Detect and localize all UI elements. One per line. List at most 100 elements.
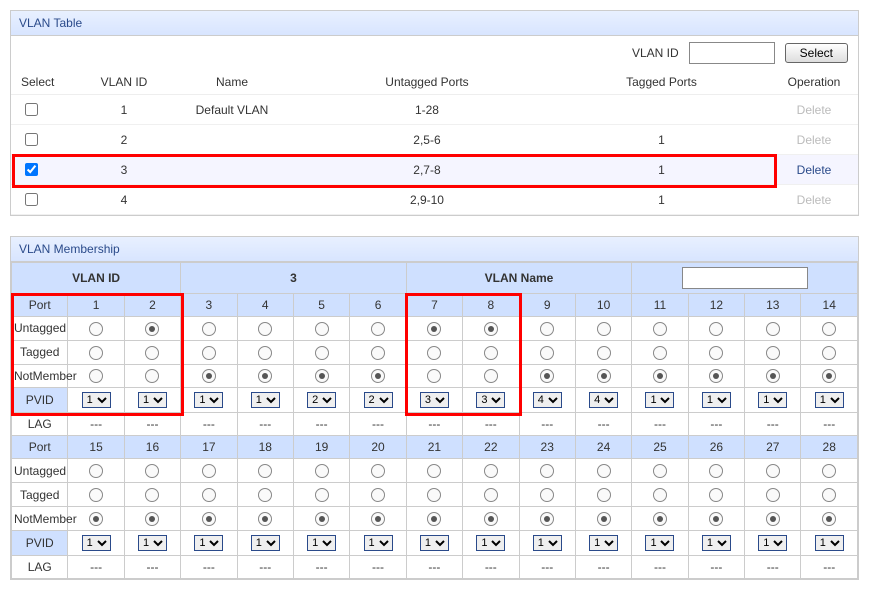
pvid-select[interactable]: 1 [645, 535, 674, 551]
pvid-select[interactable]: 1 [533, 535, 562, 551]
pvid-select[interactable]: 3 [476, 392, 505, 408]
untagged-radio[interactable] [653, 322, 667, 336]
untagged-radio[interactable] [597, 322, 611, 336]
row-select-checkbox[interactable] [25, 163, 38, 176]
tagged-radio[interactable] [597, 346, 611, 360]
tagged-radio[interactable] [427, 488, 441, 502]
tagged-radio[interactable] [766, 488, 780, 502]
notmember-radio[interactable] [766, 369, 780, 383]
notmember-radio[interactable] [766, 512, 780, 526]
untagged-radio[interactable] [484, 464, 498, 478]
tagged-radio[interactable] [540, 346, 554, 360]
tagged-radio[interactable] [371, 488, 385, 502]
tagged-radio[interactable] [145, 488, 159, 502]
pvid-select[interactable]: 1 [364, 535, 393, 551]
untagged-radio[interactable] [202, 464, 216, 478]
notmember-radio[interactable] [540, 512, 554, 526]
tagged-radio[interactable] [709, 488, 723, 502]
pvid-select[interactable]: 1 [194, 392, 223, 408]
untagged-radio[interactable] [709, 464, 723, 478]
notmember-radio[interactable] [371, 512, 385, 526]
pvid-select[interactable]: 1 [138, 392, 167, 408]
tagged-radio[interactable] [597, 488, 611, 502]
notmember-radio[interactable] [89, 369, 103, 383]
untagged-radio[interactable] [371, 464, 385, 478]
notmember-radio[interactable] [540, 369, 554, 383]
tagged-radio[interactable] [202, 488, 216, 502]
tagged-radio[interactable] [822, 488, 836, 502]
untagged-radio[interactable] [315, 464, 329, 478]
tagged-radio[interactable] [484, 346, 498, 360]
pvid-select[interactable]: 1 [251, 535, 280, 551]
notmember-radio[interactable] [202, 512, 216, 526]
untagged-radio[interactable] [258, 322, 272, 336]
tagged-radio[interactable] [484, 488, 498, 502]
tagged-radio[interactable] [89, 488, 103, 502]
notmember-radio[interactable] [371, 369, 385, 383]
pvid-select[interactable]: 1 [815, 535, 844, 551]
notmember-radio[interactable] [89, 512, 103, 526]
pvid-select[interactable]: 1 [82, 392, 111, 408]
untagged-radio[interactable] [484, 322, 498, 336]
untagged-radio[interactable] [822, 322, 836, 336]
pvid-select[interactable]: 1 [307, 535, 336, 551]
pvid-select[interactable]: 1 [702, 535, 731, 551]
pvid-select[interactable]: 1 [82, 535, 111, 551]
pvid-select[interactable]: 2 [364, 392, 393, 408]
notmember-radio[interactable] [145, 369, 159, 383]
untagged-radio[interactable] [145, 464, 159, 478]
notmember-radio[interactable] [427, 512, 441, 526]
pvid-select[interactable]: 1 [476, 535, 505, 551]
untagged-radio[interactable] [540, 464, 554, 478]
tagged-radio[interactable] [653, 346, 667, 360]
row-select-checkbox[interactable] [25, 193, 38, 206]
untagged-radio[interactable] [822, 464, 836, 478]
notmember-radio[interactable] [145, 512, 159, 526]
pvid-select[interactable]: 2 [307, 392, 336, 408]
untagged-radio[interactable] [145, 322, 159, 336]
untagged-radio[interactable] [540, 322, 554, 336]
row-select-checkbox[interactable] [25, 133, 38, 146]
tagged-radio[interactable] [258, 346, 272, 360]
notmember-radio[interactable] [315, 512, 329, 526]
pvid-select[interactable]: 4 [589, 392, 618, 408]
tagged-radio[interactable] [822, 346, 836, 360]
vlan-name-input[interactable] [682, 267, 808, 289]
notmember-radio[interactable] [653, 369, 667, 383]
pvid-select[interactable]: 3 [420, 392, 449, 408]
tagged-radio[interactable] [540, 488, 554, 502]
pvid-select[interactable]: 1 [758, 392, 787, 408]
pvid-select[interactable]: 1 [251, 392, 280, 408]
notmember-radio[interactable] [484, 369, 498, 383]
notmember-radio[interactable] [484, 512, 498, 526]
notmember-radio[interactable] [653, 512, 667, 526]
pvid-select[interactable]: 1 [194, 535, 223, 551]
untagged-radio[interactable] [709, 322, 723, 336]
tagged-radio[interactable] [653, 488, 667, 502]
notmember-radio[interactable] [258, 369, 272, 383]
notmember-radio[interactable] [822, 369, 836, 383]
pvid-select[interactable]: 1 [420, 535, 449, 551]
untagged-radio[interactable] [766, 322, 780, 336]
tagged-radio[interactable] [315, 346, 329, 360]
tagged-radio[interactable] [315, 488, 329, 502]
notmember-radio[interactable] [822, 512, 836, 526]
pvid-select[interactable]: 1 [645, 392, 674, 408]
notmember-radio[interactable] [597, 512, 611, 526]
pvid-select[interactable]: 1 [589, 535, 618, 551]
untagged-radio[interactable] [89, 464, 103, 478]
tagged-radio[interactable] [709, 346, 723, 360]
untagged-radio[interactable] [89, 322, 103, 336]
notmember-radio[interactable] [597, 369, 611, 383]
tagged-radio[interactable] [89, 346, 103, 360]
tagged-radio[interactable] [371, 346, 385, 360]
delete-link[interactable]: Delete [797, 163, 832, 177]
notmember-radio[interactable] [315, 369, 329, 383]
pvid-select[interactable]: 1 [815, 392, 844, 408]
tagged-radio[interactable] [202, 346, 216, 360]
untagged-radio[interactable] [427, 322, 441, 336]
untagged-radio[interactable] [258, 464, 272, 478]
notmember-radio[interactable] [709, 512, 723, 526]
tagged-radio[interactable] [258, 488, 272, 502]
untagged-radio[interactable] [202, 322, 216, 336]
